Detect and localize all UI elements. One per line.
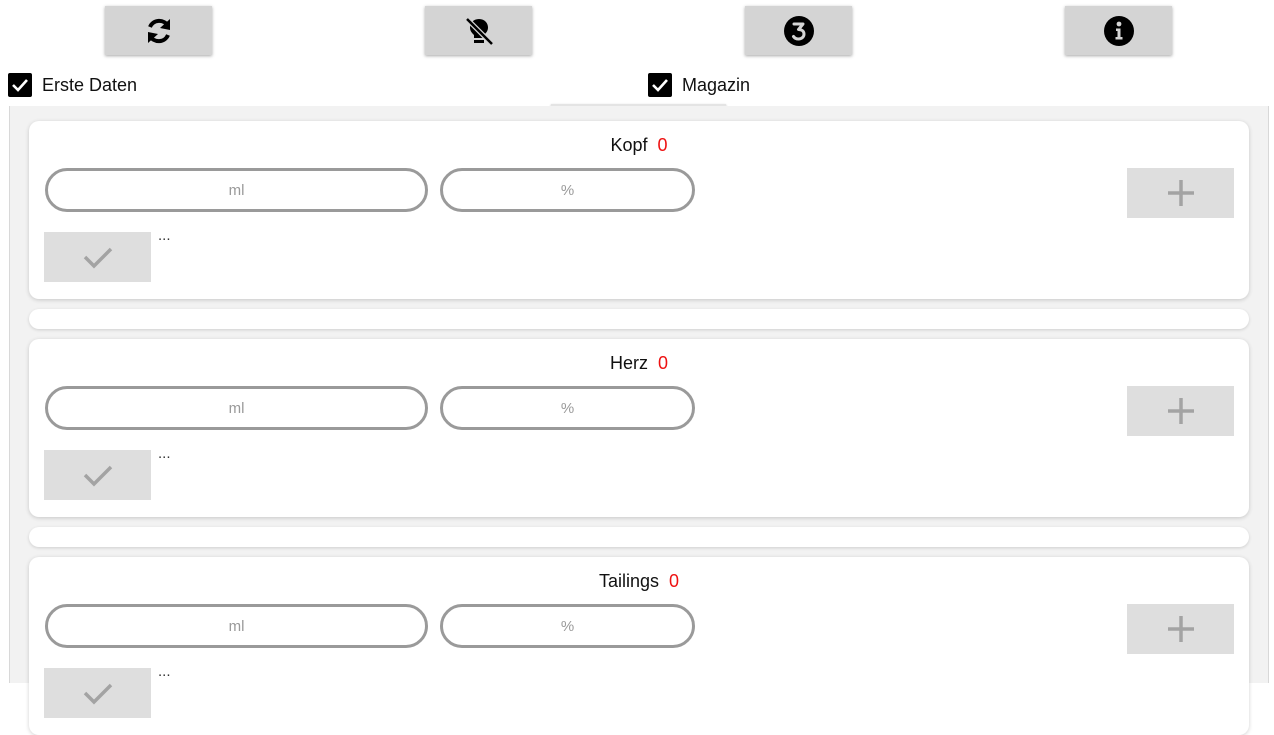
section-note: ... — [158, 445, 171, 462]
info-button[interactable] — [1065, 6, 1172, 55]
checkmark-icon — [83, 465, 112, 487]
confirm-button[interactable] — [44, 668, 151, 718]
plus-icon — [1167, 398, 1194, 424]
erste-daten-filter[interactable]: Erste Daten — [8, 70, 137, 100]
section-divider — [29, 527, 1249, 547]
section-title: Tailings — [598, 571, 659, 591]
checkmark-icon — [12, 79, 28, 92]
ml-input[interactable] — [45, 168, 428, 212]
number-three-icon — [783, 15, 814, 46]
add-button[interactable] — [1127, 168, 1234, 218]
step-three-button[interactable] — [745, 6, 852, 55]
add-button[interactable] — [1127, 386, 1234, 436]
magazin-label: Magazin — [682, 74, 751, 95]
section-count: 0 — [657, 135, 668, 155]
ml-input[interactable] — [45, 604, 428, 648]
refresh-button[interactable] — [105, 6, 212, 55]
plus-icon — [1167, 616, 1194, 642]
section-header: Herz 0 — [29, 353, 1249, 374]
checkmark-icon — [83, 247, 112, 269]
light-toggle-button[interactable] — [425, 6, 532, 55]
lightbulb-off-icon — [464, 16, 494, 46]
checkmark-icon — [83, 683, 112, 705]
confirm-button[interactable] — [44, 232, 151, 282]
section-note: ... — [158, 663, 171, 680]
plus-icon — [1167, 180, 1194, 206]
confirm-button[interactable] — [44, 450, 151, 500]
refresh-icon — [147, 18, 170, 43]
erste-daten-label: Erste Daten — [42, 74, 138, 95]
add-button[interactable] — [1127, 604, 1234, 654]
percent-input[interactable] — [440, 604, 695, 648]
section-header: Tailings 0 — [29, 571, 1249, 592]
erste-daten-checkbox[interactable] — [8, 73, 32, 97]
checkmark-icon — [652, 79, 668, 92]
magazin-filter[interactable]: Magazin — [648, 70, 750, 100]
percent-input[interactable] — [440, 386, 695, 430]
section-note: ... — [158, 227, 171, 244]
section-card-tailings: Tailings 0 ... — [29, 557, 1249, 735]
magazin-checkbox[interactable] — [648, 73, 672, 97]
info-icon — [1103, 15, 1134, 46]
ml-input[interactable] — [45, 386, 428, 430]
section-count: 0 — [658, 353, 669, 373]
section-card-kopf: Kopf 0 ... — [29, 121, 1249, 299]
section-count: 0 — [669, 571, 680, 591]
section-divider — [29, 309, 1249, 329]
section-header: Kopf 0 — [29, 135, 1249, 156]
section-card-herz: Herz 0 ... — [29, 339, 1249, 517]
section-title: Herz — [609, 353, 648, 373]
toolbar — [0, 0, 1274, 62]
percent-input[interactable] — [440, 168, 695, 212]
section-title: Kopf — [610, 135, 648, 155]
